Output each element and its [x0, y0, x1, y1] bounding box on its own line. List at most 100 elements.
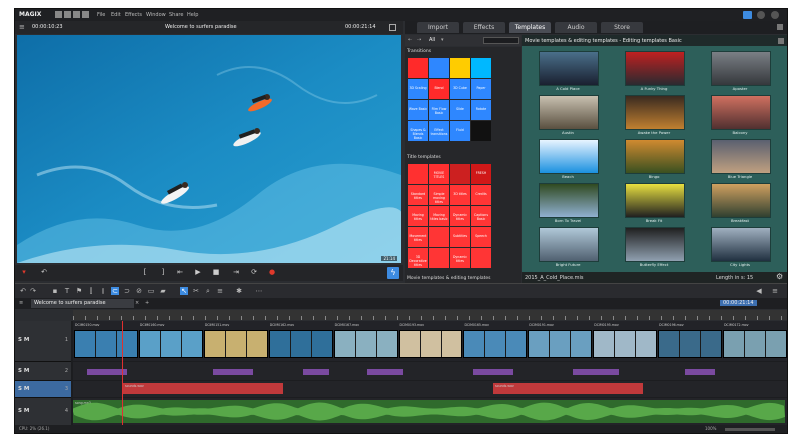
library-tile[interactable]	[429, 227, 449, 247]
library-tile[interactable]: Captions Basic	[471, 206, 491, 226]
library-tile[interactable]: FRESH	[471, 164, 491, 184]
template-thumbnail[interactable]	[711, 139, 771, 174]
title-clip[interactable]	[303, 369, 329, 375]
library-tile[interactable]: Simple moving titles	[429, 185, 449, 205]
prev-marker-icon[interactable]: ⇤	[175, 268, 185, 277]
tab-import[interactable]: Import	[417, 22, 459, 33]
video-clip[interactable]	[333, 330, 398, 358]
save-icon[interactable]	[73, 11, 80, 18]
chevron-down-icon[interactable]: ▾	[441, 37, 444, 43]
track-controls-2[interactable]: S M	[18, 368, 29, 374]
timeline-menu-icon[interactable]: ≡	[771, 287, 779, 295]
video-clip[interactable]	[398, 330, 463, 358]
video-clip[interactable]	[658, 330, 723, 358]
template-thumbnail[interactable]	[539, 227, 599, 262]
template-thumbnail[interactable]	[539, 139, 599, 174]
library-tile[interactable]: Moving titles basic	[429, 206, 449, 226]
sound-clip[interactable]: sounds.wav	[493, 383, 643, 394]
title-clip[interactable]	[367, 369, 403, 375]
zoom-level[interactable]: 100%	[705, 426, 716, 431]
library-tile[interactable]	[471, 121, 491, 141]
menu-share[interactable]: Share	[169, 12, 183, 18]
tab-audio[interactable]: Audio	[555, 22, 597, 33]
tab-templates[interactable]: Templates	[509, 22, 551, 33]
video-clip[interactable]	[723, 330, 787, 358]
undo-tool-icon[interactable]: ↶	[19, 287, 27, 295]
library-tile[interactable]	[429, 248, 449, 268]
fade-icon[interactable]: ▰	[159, 287, 167, 295]
template-thumbnail[interactable]	[711, 183, 771, 218]
library-tile[interactable]	[408, 58, 428, 78]
library-tile[interactable]	[471, 58, 491, 78]
video-clip[interactable]	[593, 330, 658, 358]
loop-icon[interactable]: ⟳	[249, 268, 259, 277]
mixer-tool-icon[interactable]: ≡	[216, 287, 224, 295]
split-icon[interactable]: ⫿	[87, 287, 95, 295]
library-tile[interactable]: Speech	[471, 227, 491, 247]
library-tile[interactable]: 3D Scaling	[408, 79, 428, 99]
library-tile[interactable]: Slide	[450, 100, 470, 120]
back-icon[interactable]: ⇠	[408, 37, 412, 43]
unlink-icon[interactable]: ⊘	[135, 287, 143, 295]
video-clip[interactable]	[203, 330, 268, 358]
template-thumbnail[interactable]	[625, 227, 685, 262]
in-point-icon[interactable]: [	[140, 268, 150, 277]
redo-tool-icon[interactable]: ↷	[29, 287, 37, 295]
library-tile[interactable]: Paper	[471, 79, 491, 99]
menu-edit[interactable]: Edit	[111, 12, 121, 18]
track-controls-1[interactable]: S M	[18, 337, 29, 343]
tab-effects[interactable]: Effects	[463, 22, 505, 33]
track-controls-3[interactable]: S M	[18, 386, 29, 392]
library-tile[interactable]: Wave Basic	[408, 100, 428, 120]
library-tile[interactable]	[408, 164, 428, 184]
title-clip[interactable]	[573, 369, 619, 375]
menu-icon[interactable]: ≡	[19, 24, 25, 31]
library-tile[interactable]: Credits	[471, 185, 491, 205]
settings-icon[interactable]	[757, 11, 765, 19]
video-clip[interactable]	[268, 330, 333, 358]
open-icon[interactable]	[64, 11, 71, 18]
template-thumbnail[interactable]	[711, 227, 771, 262]
trim-icon[interactable]: ⫾	[99, 287, 107, 295]
close-icon[interactable]	[778, 38, 784, 44]
template-thumbnail[interactable]	[539, 183, 599, 218]
library-tile[interactable]: Dynamic titles	[450, 206, 470, 226]
fullscreen-icon[interactable]	[389, 24, 396, 31]
library-tile[interactable]: 3D Decorative titles	[408, 248, 428, 268]
volume-icon[interactable]: ◀	[755, 287, 763, 295]
project-tab[interactable]: Welcome to surfers paradise	[31, 299, 134, 308]
video-clip[interactable]	[528, 330, 593, 358]
zoom-slider[interactable]	[725, 428, 775, 431]
library-tile[interactable]	[450, 164, 470, 184]
panel-options-icon[interactable]	[777, 24, 783, 30]
marker-in-icon[interactable]: ▾	[19, 268, 29, 277]
gear-icon[interactable]: ⚙	[776, 273, 783, 281]
template-thumbnail[interactable]	[625, 183, 685, 218]
more-tools-icon[interactable]: ⋯	[255, 287, 263, 295]
snap-icon[interactable]: ⊂	[111, 287, 119, 295]
template-thumbnail[interactable]	[711, 51, 771, 86]
stop-icon[interactable]: ■	[211, 268, 221, 277]
template-thumbnail[interactable]	[539, 95, 599, 130]
library-tile[interactable]: Shapes & Blends Basic	[408, 121, 428, 141]
forward-icon[interactable]: ⇢	[417, 37, 421, 43]
library-tile[interactable]	[429, 58, 449, 78]
template-thumbnail[interactable]	[625, 51, 685, 86]
user-icon[interactable]	[743, 11, 752, 19]
library-tile[interactable]	[471, 248, 491, 268]
track-controls-4[interactable]: S M	[18, 408, 29, 414]
group-icon[interactable]: ⊃	[123, 287, 131, 295]
playhead[interactable]	[122, 321, 123, 425]
next-marker-icon[interactable]: ⇥	[231, 268, 241, 277]
section-transitions[interactable]: Transitions	[407, 49, 431, 54]
video-preview[interactable]: 21:14	[17, 35, 401, 263]
library-tile[interactable]: 3D Cube	[450, 79, 470, 99]
library-tile[interactable]: Standard titles	[408, 185, 428, 205]
title-clip[interactable]	[473, 369, 513, 375]
menu-effects[interactable]: Effects	[125, 12, 142, 18]
record-icon[interactable]: ●	[267, 268, 277, 277]
section-movie-templates[interactable]: Movie templates & editing templates	[407, 276, 490, 281]
cut-tool-icon[interactable]: ✂	[192, 287, 200, 295]
library-tile[interactable]: Rotate	[471, 100, 491, 120]
template-thumbnail[interactable]	[711, 95, 771, 130]
